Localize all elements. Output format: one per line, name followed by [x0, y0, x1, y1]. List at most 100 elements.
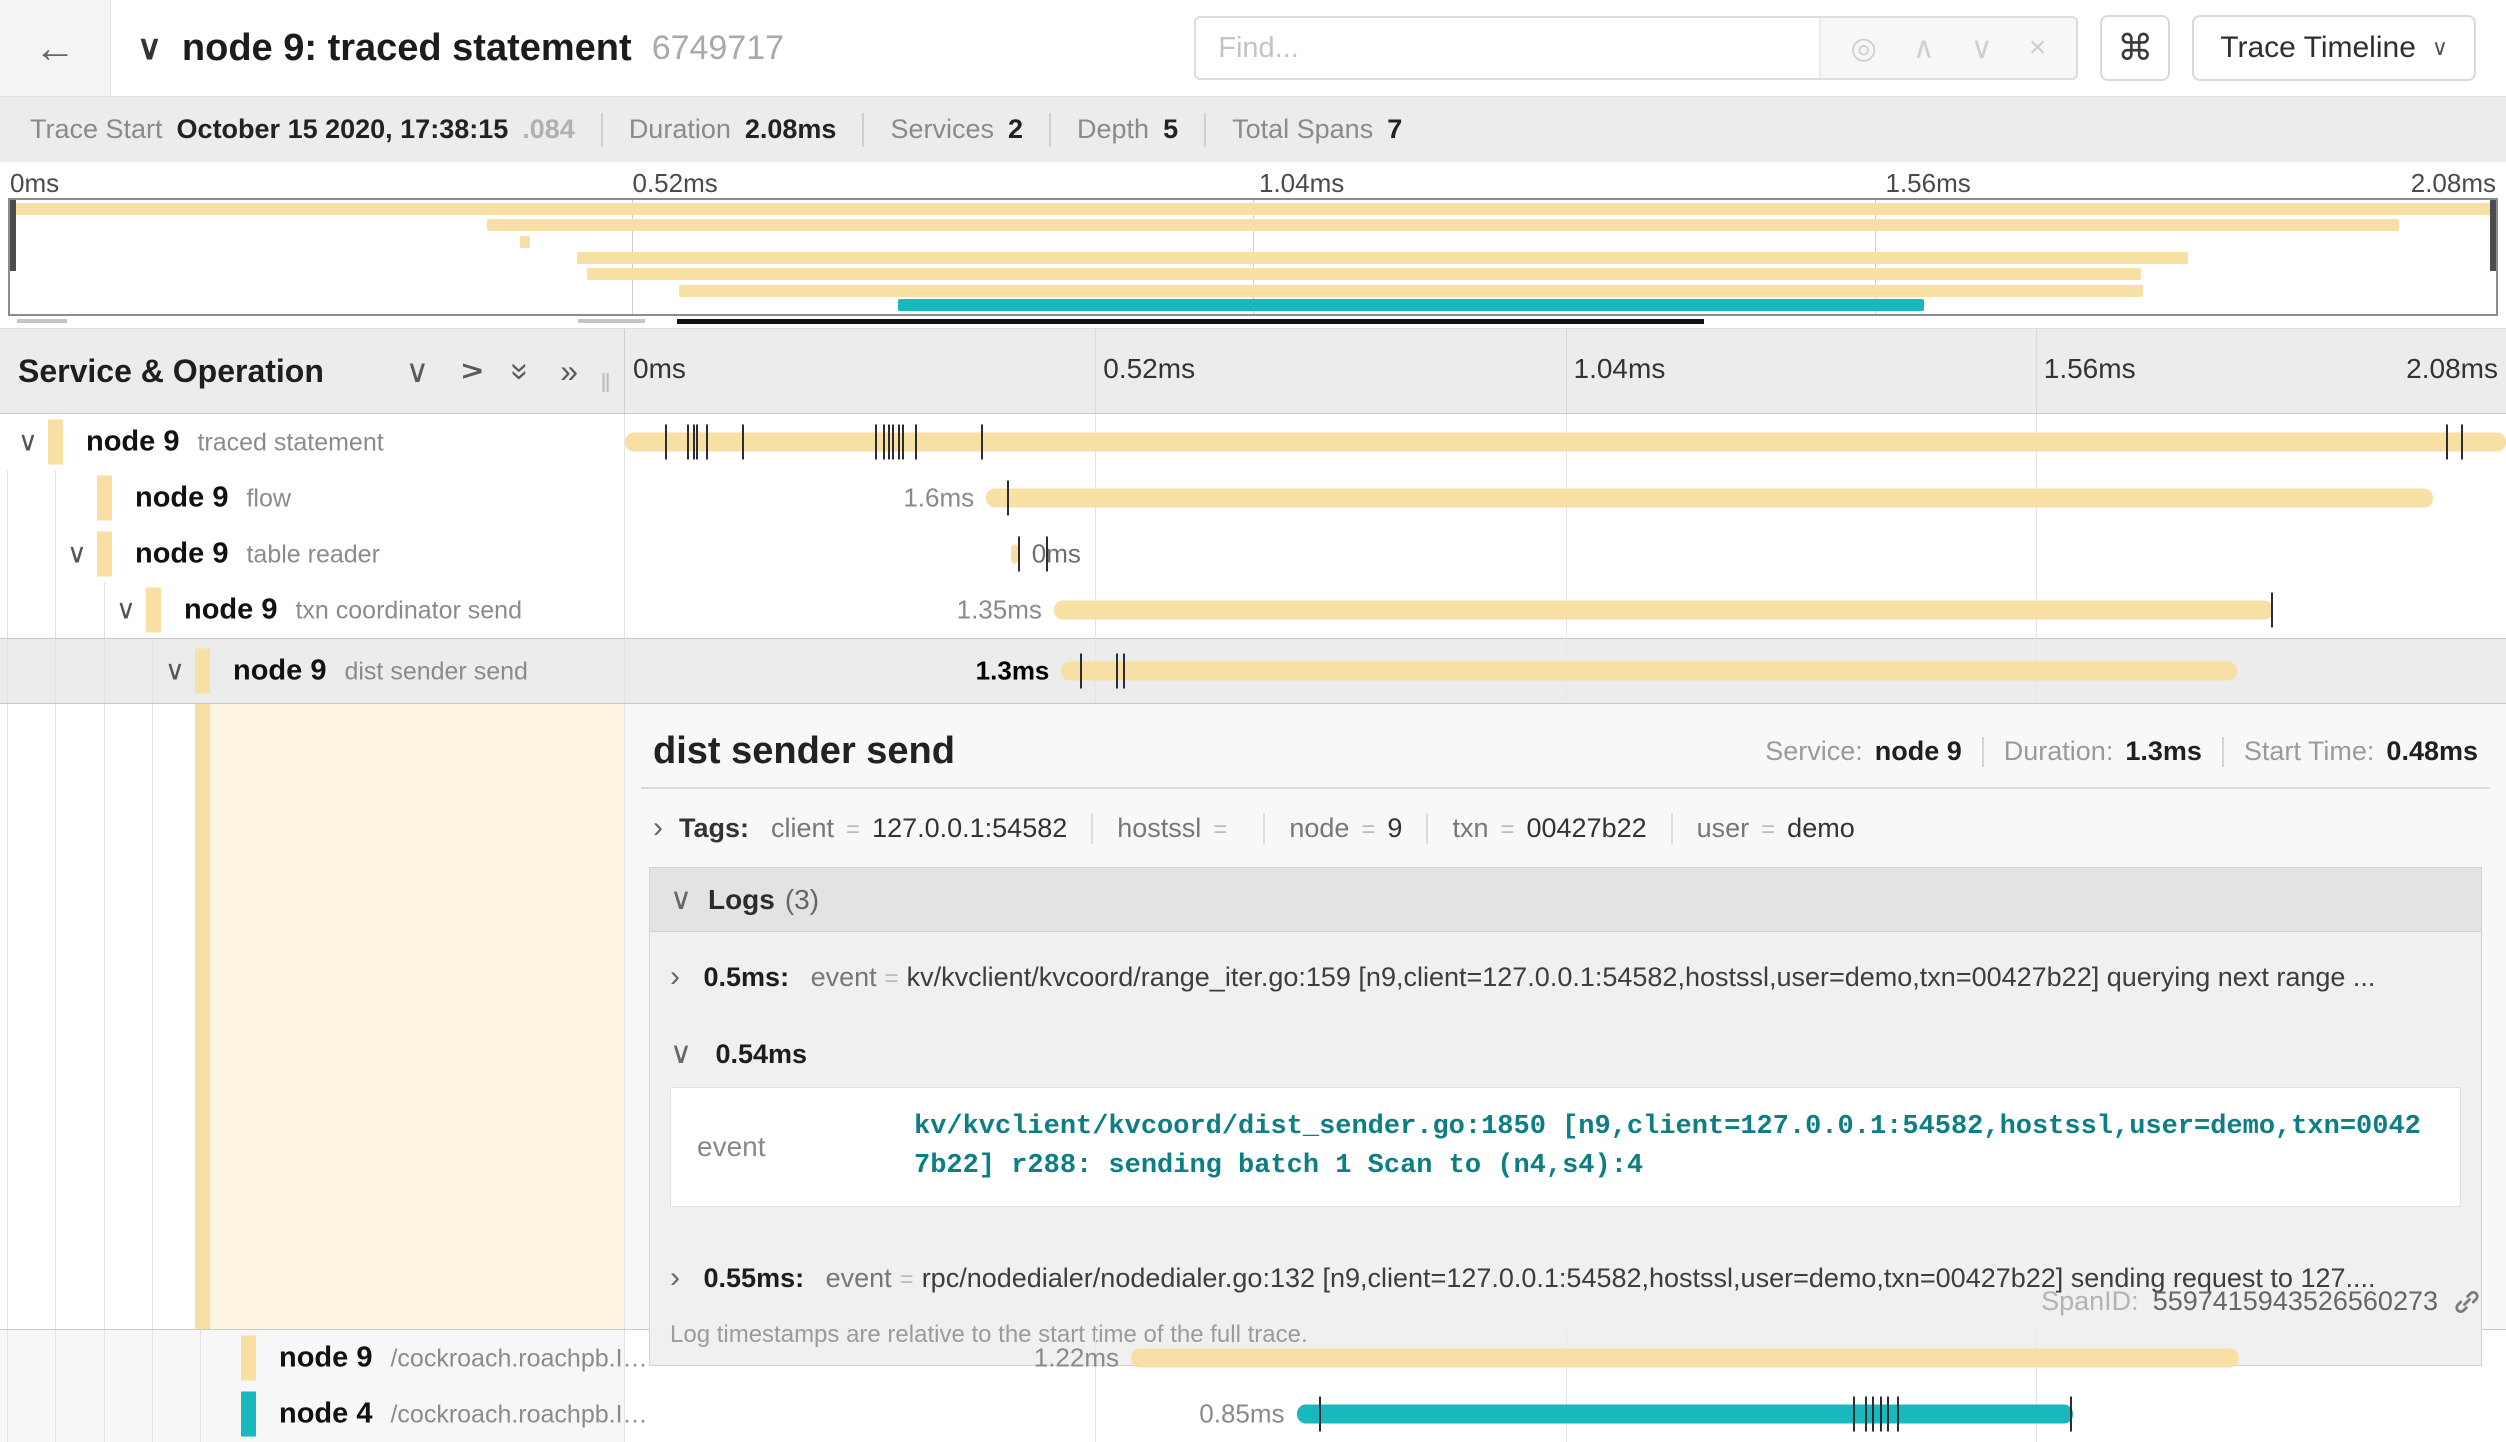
- span-duration-label: 0ms: [1024, 539, 1081, 570]
- scroll-to-match-icon[interactable]: ◎: [1851, 31, 1877, 66]
- trace-minimap[interactable]: 0ms 0.52ms 1.04ms 1.56ms 2.08ms: [0, 162, 2506, 328]
- minimap-left-scrubber-handle[interactable]: [10, 200, 16, 271]
- log-entry[interactable]: › 0.5ms: event=kv/kvclient/kvcoord/range…: [650, 932, 2481, 1014]
- collapse-one-icon[interactable]: ∨: [406, 352, 429, 390]
- span-bar[interactable]: [1131, 1349, 2239, 1368]
- log-tick-marks: [625, 526, 2506, 582]
- top-bar: ← ∨ node 9: traced statement 6749717 ◎ ∧…: [0, 0, 2506, 97]
- minimap-right-scrubber-handle[interactable]: [2490, 200, 2496, 271]
- axis-tick: 1.56ms: [2044, 353, 2136, 385]
- prev-match-icon[interactable]: ∧: [1913, 31, 1935, 66]
- view-selector-dropdown[interactable]: Trace Timeline ∨: [2192, 15, 2476, 81]
- span-row-table-reader[interactable]: ∨ node 9table reader 0ms: [0, 526, 2506, 582]
- span-duration-label: 1.35ms: [957, 595, 1054, 626]
- timeline-axis: 0ms 0.52ms 1.04ms 1.56ms 2.08ms: [625, 329, 2506, 413]
- minimap-handle-mark[interactable]: [578, 319, 645, 323]
- timeline-header: Service & Operation ∨ ∨ » » ‖ 0ms 0.52ms…: [0, 328, 2506, 414]
- minimap-canvas[interactable]: [8, 198, 2498, 316]
- expand-all-icon[interactable]: »: [560, 353, 578, 390]
- trace-duration: Duration2.08ms: [629, 114, 837, 145]
- keyboard-shortcuts-button[interactable]: ⌘: [2100, 15, 2170, 81]
- span-row-dist-sender-send[interactable]: ∨ node 9dist sender send 1.3ms: [0, 638, 2506, 703]
- span-bar[interactable]: [1054, 601, 2273, 620]
- span-detail-panel: dist sender send Service:node 9 Duration…: [625, 704, 2506, 1329]
- next-match-icon[interactable]: ∨: [1971, 31, 1993, 66]
- minimap-tick: 0.52ms: [633, 168, 718, 199]
- minimap-span-bar: [520, 236, 530, 248]
- tree-controls: ∨ ∨ » »: [406, 352, 578, 390]
- trace-summary-bar: Trace StartOctober 15 2020, 17:38:15.084…: [0, 97, 2506, 162]
- minimap-span-bar: [577, 252, 2188, 264]
- chevron-down-icon[interactable]: ∨: [67, 539, 87, 570]
- selected-span-tint: [195, 704, 624, 1329]
- minimap-span-bar: [898, 299, 1925, 311]
- expand-one-icon[interactable]: ∨: [452, 359, 490, 382]
- span-detail-row: dist sender send Service:node 9 Duration…: [0, 703, 2506, 1330]
- minimap-tick: 0ms: [10, 168, 59, 199]
- span-color-bar: [146, 588, 161, 633]
- span-row-node9-rpc[interactable]: node 9/cockroach.roachpb.I… 1.22ms: [0, 1330, 2506, 1386]
- chevron-down-icon: ∨: [670, 1037, 692, 1070]
- find-input[interactable]: [1196, 18, 1818, 78]
- trace-title-area: ∨ node 9: traced statement 6749717: [137, 27, 1194, 70]
- header-controls: ◎ ∧ ∨ × ⌘ Trace Timeline ∨: [1194, 15, 2476, 81]
- column-resize-handle[interactable]: ‖: [600, 368, 614, 399]
- logs-accordion-header[interactable]: ∨ Logs(3): [650, 868, 2481, 932]
- span-bar[interactable]: [625, 433, 2506, 452]
- span-rows: ∨ node 9traced statement node 9flow 1.6m…: [0, 414, 2506, 703]
- span-bar[interactable]: [986, 489, 2432, 508]
- link-icon[interactable]: [2452, 1287, 2482, 1317]
- trace-viewer: ← ∨ node 9: traced statement 6749717 ◎ ∧…: [0, 0, 2506, 1439]
- minimap-span-bar: [679, 285, 2143, 297]
- span-duration-label: 1.3ms: [976, 656, 1062, 687]
- span-duration-label: 1.6ms: [903, 483, 986, 514]
- span-row-txn-coordinator-send[interactable]: ∨ node 9txn coordinator send 1.35ms: [0, 582, 2506, 638]
- log-field-name: event: [697, 1131, 914, 1163]
- chevron-right-icon: ›: [670, 960, 680, 993]
- log-field-value: kv/kvclient/kvcoord/dist_sender.go:1850 …: [914, 1108, 2434, 1186]
- span-row-flow[interactable]: node 9flow 1.6ms: [0, 470, 2506, 526]
- axis-tick: 0ms: [633, 353, 686, 385]
- chevron-right-icon: ›: [670, 1261, 680, 1294]
- span-detail-meta: Service:node 9 Duration:1.3ms Start Time…: [1765, 736, 2478, 767]
- clear-search-icon[interactable]: ×: [2029, 31, 2047, 65]
- minimap-span-bar: [487, 219, 2399, 231]
- chevron-down-icon[interactable]: ∨: [18, 427, 38, 458]
- span-color-bar: [48, 420, 63, 465]
- view-selector-label: Trace Timeline: [2220, 31, 2416, 65]
- tags-accordion[interactable]: › Tags: client=127.0.0.1:54582 hostssl= …: [641, 789, 2490, 863]
- span-color-bar: [195, 649, 210, 694]
- service-operation-title: Service & Operation: [18, 353, 406, 390]
- span-id-value: 5597415943526560273: [2153, 1286, 2438, 1317]
- minimap-selection-underline[interactable]: [677, 319, 1704, 324]
- page-title: node 9: traced statement: [182, 27, 632, 70]
- span-detail-left-column: [0, 704, 625, 1329]
- log-event-detail: event kv/kvclient/kvcoord/dist_sender.go…: [670, 1087, 2461, 1207]
- chevron-right-icon: ›: [653, 811, 663, 845]
- selected-span-accent-bar: [195, 704, 210, 1329]
- span-rows-bottom: node 9/cockroach.roachpb.I… 1.22ms node …: [0, 1330, 2506, 1442]
- span-duration-label: 0.85ms: [1199, 1399, 1296, 1430]
- span-bar[interactable]: [1011, 545, 1019, 564]
- chevron-down-icon[interactable]: ∨: [116, 595, 136, 626]
- span-row-traced-statement[interactable]: ∨ node 9traced statement: [0, 414, 2506, 470]
- log-entry-expanded-header[interactable]: ∨ 0.54ms: [650, 1014, 2481, 1081]
- minimap-tick: 2.08ms: [2411, 168, 2496, 199]
- collapse-all-icon[interactable]: »: [503, 362, 540, 380]
- span-detail-title: dist sender send: [653, 730, 955, 773]
- span-bar[interactable]: [1061, 662, 2237, 681]
- chevron-down-icon: ∨: [670, 882, 692, 917]
- span-duration-label: 1.22ms: [1034, 1343, 1131, 1374]
- command-icon: ⌘: [2117, 27, 2153, 69]
- back-button[interactable]: ←: [0, 0, 111, 96]
- minimap-span-bar: [10, 203, 2496, 215]
- chevron-down-icon[interactable]: ∨: [165, 656, 185, 687]
- collapse-trace-icon[interactable]: ∨: [137, 28, 162, 68]
- span-color-bar: [241, 1392, 256, 1437]
- span-color-bar: [97, 476, 112, 521]
- span-color-bar: [97, 532, 112, 577]
- minimap-handle-mark[interactable]: [17, 319, 67, 323]
- back-arrow-icon: ←: [34, 24, 76, 72]
- span-row-node4-rpc[interactable]: node 4/cockroach.roachpb.I… 0.85ms: [0, 1386, 2506, 1442]
- span-bar[interactable]: [1297, 1405, 2074, 1424]
